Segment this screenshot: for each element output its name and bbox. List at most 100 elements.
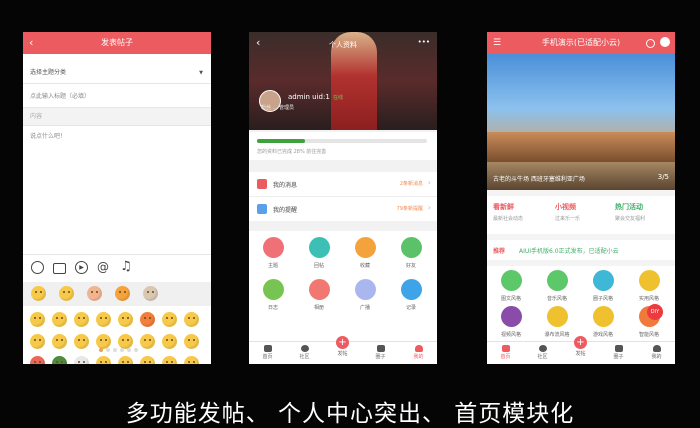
page-dot[interactable] [113,348,117,352]
emoji-icon[interactable] [162,356,177,364]
avatar[interactable] [660,37,670,47]
page-dot[interactable] [134,348,138,352]
video-icon[interactable]: ▶ [75,261,88,274]
tab-post[interactable]: + 发帖 [562,336,599,364]
profile-screen: ‹ 个人资料 ••• admin uid:1 在线 粉丝 ... 管理员 您的资… [249,32,437,364]
emoji-icon[interactable] [30,356,45,364]
emoji-category-icon[interactable] [59,286,74,301]
tab-community[interactable]: 社区 [524,342,561,364]
grid-item-friends[interactable]: 好友 [391,237,431,271]
back-icon[interactable]: ‹ [29,32,33,54]
emoji-icon[interactable] [118,334,133,349]
emoji-icon[interactable] [52,356,67,364]
emoji-icon[interactable] [184,334,199,349]
emoji-icon[interactable] [30,334,45,349]
page-dot[interactable] [106,348,110,352]
emoji-icon[interactable] [52,334,67,349]
emoji-icon[interactable] [96,356,111,364]
emoji-category-icon[interactable] [143,286,158,301]
grid-item-graphic-style[interactable]: 图文风格 [491,270,531,304]
emoji-category-icon[interactable] [87,286,102,301]
content-textarea[interactable]: 说点什么吧！ [23,128,211,238]
tab-bar: 首页 社区 + 发帖 圈子 我的 [249,336,437,364]
menu-icon[interactable]: ☰ [493,32,501,54]
emoji-icon[interactable] [30,312,45,327]
emoji-icon[interactable] [74,356,89,364]
broadcast-icon [354,279,376,300]
progress-text[interactable]: 您的资料已完成 28% 前往完善 [257,148,326,155]
title-input[interactable]: 点此输入标题（必填） [23,86,211,108]
menu-reminders[interactable]: 我的提醒 79条新提醒 › [249,197,437,221]
grid-item-blog[interactable]: 日志 [253,279,293,313]
emoji-icon[interactable] [140,334,155,349]
notice-bar[interactable]: 推荐 AIUI手机版6.0正式发布，已适配小云 [487,240,675,260]
circle-icon [376,345,385,352]
home-icon [501,345,510,352]
emoji-icon[interactable] [74,312,89,327]
tab-mine[interactable]: 我的 [638,342,675,364]
feature-news[interactable]: 看新鲜 最新社会动态 [493,202,523,222]
emoji-icon[interactable] [52,312,67,327]
search-icon[interactable] [646,39,655,48]
emoji-category-icon[interactable] [115,286,130,301]
reminder-icon [257,204,267,214]
emoji-icon[interactable] [140,312,155,327]
emoji-icon[interactable] [74,334,89,349]
emoji-icon[interactable] [118,356,133,364]
grid-item-records[interactable]: 记录 [391,279,431,313]
emoji-icon[interactable] [184,356,199,364]
emoji-icon[interactable] [162,312,177,327]
grid-item-replies[interactable]: 回帖 [299,237,339,271]
grid-item-circle-style[interactable]: 圈子风格 [583,270,623,304]
banner-page-indicator: 3/5 [657,173,669,181]
emoji-icon[interactable] [31,261,44,274]
page-dot[interactable] [99,348,103,352]
grid-item-album[interactable]: 相册 [299,279,339,313]
menu-messages[interactable]: 我的消息 2条新消息 › [249,172,437,197]
tab-home[interactable]: 首页 [249,342,286,364]
banner-carousel[interactable]: 古老的斗牛场 西班牙塞维利亚广场 3/5 [487,54,675,190]
music-icon[interactable]: ♫ [119,260,133,274]
image-icon[interactable] [53,263,66,274]
grid-item-favorites[interactable]: 收藏 [345,237,385,271]
emoji-icon[interactable] [96,334,111,349]
home-title: 手机演示(已适配小云) [541,38,621,47]
records-icon [400,279,422,300]
tab-mine[interactable]: 我的 [400,342,437,364]
waterfall-icon [546,306,568,327]
post-header: ‹ 发表帖子 [23,32,211,54]
page-dot[interactable] [127,348,131,352]
user-icon [652,345,661,352]
post-screen: ‹ 发表帖子 选择主题分类 ▼ 点此输入标题（必填） 内容 说点什么吧！ ▶ @… [23,32,211,364]
emoji-icon[interactable] [162,334,177,349]
category-select[interactable]: 选择主题分类 ▼ [23,62,211,84]
feature-sub: 聚会交友福利 [615,216,646,222]
tab-post[interactable]: + 发帖 [324,336,361,364]
feature-videos[interactable]: 小视频 过来乐一乐 [555,202,580,222]
circle-icon [614,345,623,352]
tab-circle[interactable]: 圈子 [600,342,637,364]
grid-item-practical-style[interactable]: 实用风格 [629,270,669,304]
emoji-icon[interactable] [96,312,111,327]
tab-circle[interactable]: 圈子 [362,342,399,364]
grid-item-music-style[interactable]: 音乐风格 [537,270,577,304]
emoji-icon[interactable] [140,356,155,364]
more-icon[interactable]: ••• [418,38,430,46]
graphic-icon [500,270,522,291]
grid-item-broadcast[interactable]: 广播 [345,279,385,313]
emoji-category-icon[interactable] [31,286,46,301]
diy-badge[interactable]: DIY [647,304,663,320]
tab-home[interactable]: 首页 [487,342,524,364]
emoji-icon[interactable] [118,312,133,327]
grid-item-game-style[interactable]: 游戏风格 [583,306,623,340]
emoji-icon[interactable] [184,312,199,327]
tab-community[interactable]: 社区 [286,342,323,364]
at-icon[interactable]: @ [96,260,110,274]
grid-item-waterfall-style[interactable]: 瀑布流风格 [537,306,577,340]
grid-label: 收藏 [359,263,370,269]
blog-icon [262,279,284,300]
grid-item-topics[interactable]: 主题 [253,237,293,271]
page-dot[interactable] [120,348,124,352]
grid-item-video-style[interactable]: 视频风格 [491,306,531,340]
feature-events[interactable]: 热门活动 聚会交友福利 [615,202,645,222]
